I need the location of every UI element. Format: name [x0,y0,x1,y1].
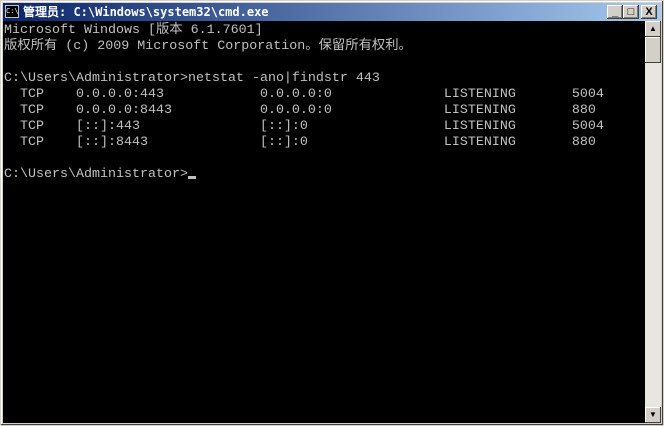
maximize-button[interactable]: □ [623,5,639,19]
console-line: C:\Users\Administrator>netstat -ano|find… [4,71,380,86]
prompt-line[interactable]: C:\Users\Administrator> [4,167,196,183]
vertical-scrollbar[interactable]: ▲ ▼ [645,21,661,423]
minimize-button[interactable]: _ [607,5,623,19]
close-button[interactable]: X [641,5,657,19]
console-line: 版权所有 (c) 2009 Microsoft Corporation。保留所有… [4,39,412,54]
netstat-row: TCP [::]:8443 [::]:0 LISTENING 880 [4,135,596,150]
window-title: 管理员: C:\Windows\system32\cmd.exe [23,5,269,19]
cmd-window: C:\ 管理员: C:\Windows\system32\cmd.exe _ □… [0,0,664,426]
netstat-row: TCP 0.0.0.0:8443 0.0.0.0:0 LISTENING 880 [4,103,596,118]
scroll-down-arrow-icon[interactable]: ▼ [645,407,661,423]
scroll-thumb[interactable] [645,37,661,63]
prompt: C:\Users\Administrator> [4,167,188,182]
console-line: Microsoft Windows [版本 6.1.7601] [4,23,263,38]
text-cursor [187,176,196,179]
scroll-up-arrow-icon[interactable]: ▲ [645,21,661,37]
netstat-row: TCP [::]:443 [::]:0 LISTENING 5004 [4,119,604,134]
cmd-app-icon[interactable]: C:\ [5,5,19,18]
title-bar[interactable]: C:\ 管理员: C:\Windows\system32\cmd.exe _ □… [3,3,661,21]
netstat-row: TCP 0.0.0.0:443 0.0.0.0:0 LISTENING 5004 [4,87,604,102]
console-output[interactable]: Microsoft Windows [版本 6.1.7601] 版权所有 (c)… [3,21,645,423]
